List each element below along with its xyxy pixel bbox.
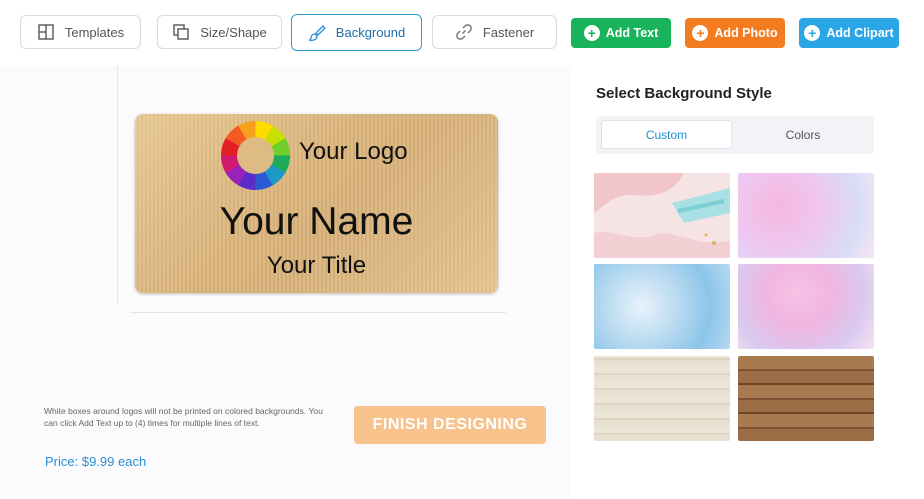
background-pink-abstract-brush[interactable] <box>594 173 730 258</box>
tab-templates-label: Templates <box>64 24 125 40</box>
link-icon <box>455 23 473 41</box>
title-text[interactable]: Your Title <box>135 252 498 280</box>
logo-text[interactable]: Your Logo <box>299 138 408 166</box>
background-light-wood[interactable] <box>594 356 730 441</box>
tab-fastener-label: Fastener <box>482 24 535 40</box>
tab-custom[interactable]: Custom <box>601 120 732 149</box>
name-text[interactable]: Your Name <box>135 200 498 244</box>
background-pink-blue-watercolor[interactable] <box>738 264 874 349</box>
templates-icon <box>37 23 55 41</box>
plus-icon: + <box>804 25 821 41</box>
tab-background-label: Background <box>335 25 406 40</box>
guide-line <box>117 66 118 306</box>
add-clipart-label: Add Clipart <box>826 26 894 40</box>
finish-designing-button[interactable]: FINISH DESIGNING <box>354 406 546 444</box>
panel-title: Select Background Style <box>596 85 772 102</box>
add-text-button[interactable]: + Add Text <box>571 18 671 48</box>
logo-icon[interactable] <box>221 121 290 190</box>
toolbar: Templates Size/Shape Background Fastener… <box>0 0 924 66</box>
name-badge[interactable]: Your Logo Your Name Your Title <box>135 114 498 293</box>
add-photo-button[interactable]: + Add Photo <box>685 18 785 48</box>
plus-icon: + <box>692 25 709 41</box>
background-pink-purple-watercolor[interactable] <box>738 173 874 258</box>
tab-size-shape[interactable]: Size/Shape <box>157 15 282 49</box>
plus-icon: + <box>583 25 600 41</box>
add-clipart-button[interactable]: + Add Clipart <box>799 18 899 48</box>
background-dark-wood[interactable] <box>738 356 874 441</box>
tab-size-shape-label: Size/Shape <box>200 24 267 40</box>
background-style-tabs: Custom Colors <box>596 116 874 154</box>
price-label: Price: $9.99 each <box>45 454 147 469</box>
tab-colors[interactable]: Colors <box>736 120 870 149</box>
add-photo-label: Add Photo <box>714 26 778 40</box>
tab-fastener[interactable]: Fastener <box>432 15 557 49</box>
help-note: White boxes around logos will not be pri… <box>44 406 323 428</box>
guide-line <box>130 312 506 313</box>
tab-background[interactable]: Background <box>291 14 422 51</box>
size-shape-icon <box>172 23 190 41</box>
background-blue-watercolor[interactable] <box>594 264 730 349</box>
tab-templates[interactable]: Templates <box>20 15 141 49</box>
paint-brush-icon <box>308 24 326 42</box>
add-text-label: Add Text <box>605 26 659 40</box>
